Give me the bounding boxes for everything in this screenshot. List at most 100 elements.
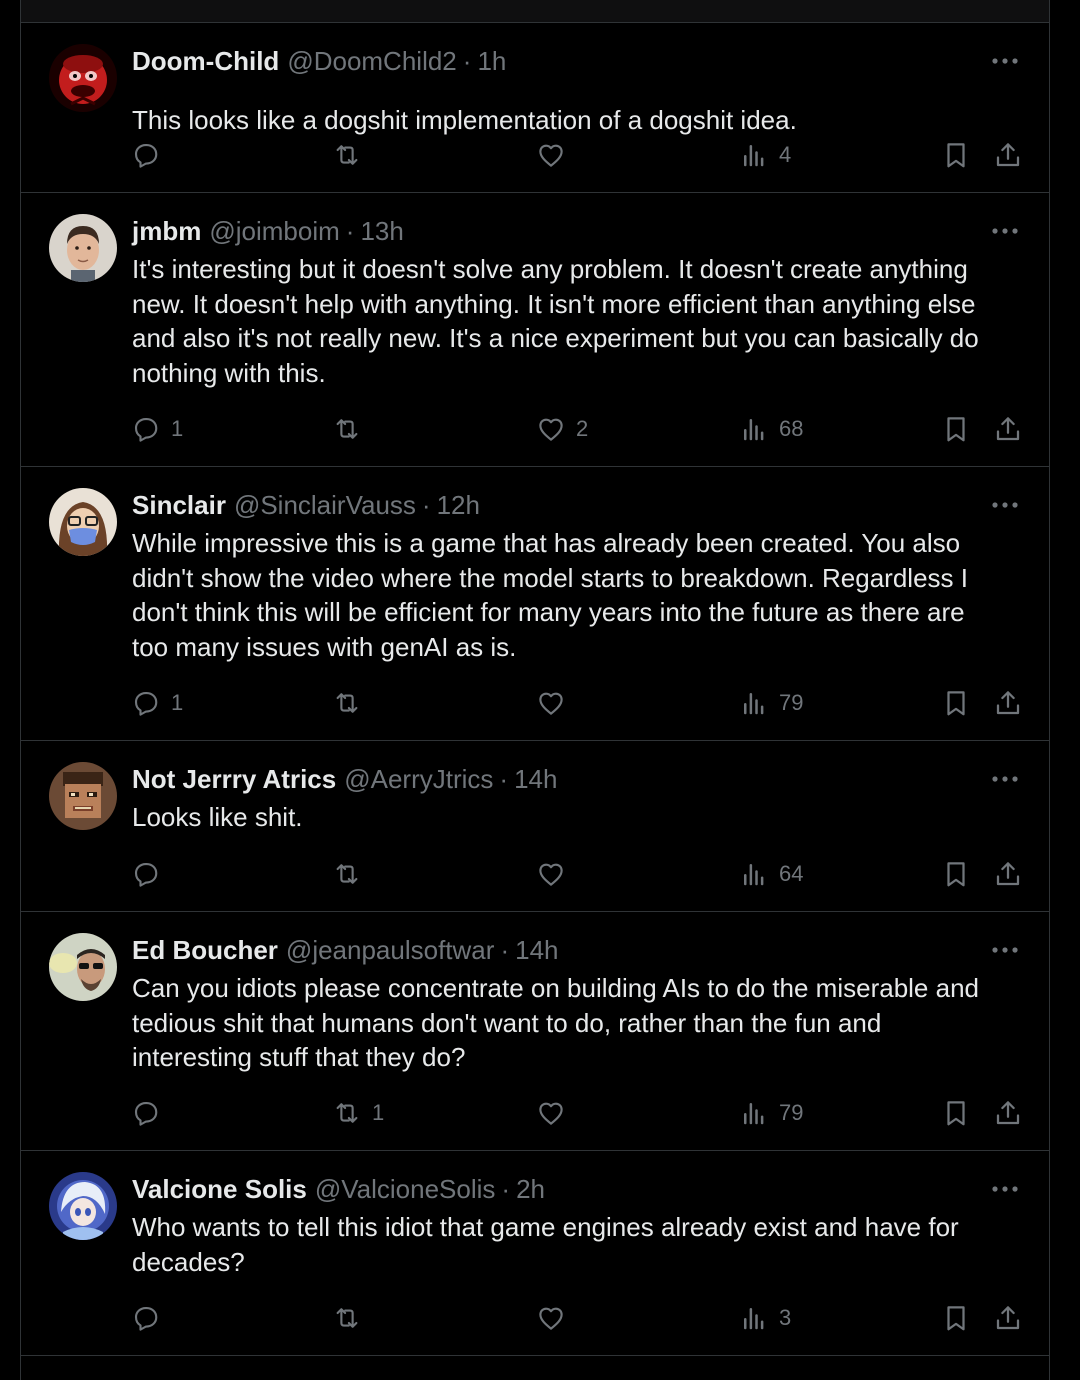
action-bar: 1 79 — [21, 1093, 1049, 1133]
avatar[interactable] — [49, 44, 117, 112]
retweet-button[interactable] — [332, 683, 372, 723]
timestamp[interactable]: 13h — [360, 216, 403, 247]
retweet-icon — [336, 864, 358, 884]
like-button[interactable] — [536, 1093, 576, 1133]
views-button[interactable]: 79 — [739, 1093, 803, 1133]
reply-button[interactable] — [131, 1093, 171, 1133]
more-options-button[interactable] — [989, 1173, 1021, 1205]
retweet-button[interactable] — [332, 409, 372, 449]
bookmark-button[interactable] — [941, 1093, 971, 1133]
author-name[interactable]: Sinclair — [132, 490, 226, 521]
author-handle[interactable]: @SinclairVauss — [234, 490, 416, 521]
bookmark-button[interactable] — [941, 409, 971, 449]
timestamp[interactable]: 12h — [437, 490, 480, 521]
more-dots-icon — [992, 1186, 1018, 1192]
man-photo-avatar — [49, 214, 117, 282]
retweet-icon — [336, 145, 358, 165]
reply-icon — [134, 143, 158, 168]
retweet-button[interactable] — [332, 1298, 372, 1338]
timestamp[interactable]: 14h — [515, 935, 558, 966]
author-name[interactable]: Ed Boucher — [132, 935, 278, 966]
tweet[interactable]: Valcione Solis @ValcioneSolis · 2h Who w… — [21, 1151, 1049, 1356]
timestamp[interactable]: 14h — [514, 764, 557, 795]
avatar[interactable] — [49, 762, 117, 830]
author-name[interactable]: Valcione Solis — [132, 1174, 307, 1205]
like-button[interactable] — [536, 1298, 576, 1338]
view-count: 4 — [779, 142, 792, 167]
reply-button[interactable]: 1 — [131, 409, 183, 449]
more-options-button[interactable] — [989, 489, 1021, 521]
author-name[interactable]: Doom-Child — [132, 46, 279, 77]
avatar[interactable] — [49, 1172, 117, 1240]
tweet-text-line: Who wants to tell this idiot that game e… — [132, 1212, 959, 1242]
author-handle[interactable]: @jeanpaulsoftwar — [286, 935, 495, 966]
action-bar: 1 79 — [21, 683, 1049, 723]
reply-button[interactable]: 1 — [131, 683, 183, 723]
bookmark-button[interactable] — [941, 135, 971, 175]
retweet-button[interactable] — [332, 854, 372, 894]
views-button[interactable]: 4 — [739, 135, 791, 175]
avatar[interactable] — [49, 933, 117, 1001]
reply-timeline: Doom-Child @DoomChild2 · 1h This looks l… — [20, 0, 1050, 1380]
share-icon — [996, 1306, 1020, 1330]
views-button[interactable]: 79 — [739, 683, 803, 723]
more-dots-icon — [992, 776, 1018, 782]
action-bar: 64 — [21, 854, 1049, 894]
tweet[interactable]: Ed Boucher @jeanpaulsoftwar · 14h Can yo… — [21, 912, 1049, 1151]
like-button[interactable] — [536, 135, 576, 175]
retweet-icon — [336, 693, 358, 713]
like-button[interactable]: 2 — [536, 409, 588, 449]
share-button[interactable] — [993, 1298, 1023, 1338]
view-count: 79 — [779, 1100, 804, 1125]
like-button[interactable] — [536, 854, 576, 894]
reply-button[interactable] — [131, 135, 171, 175]
tweet[interactable]: Not Jerrry Atrics @AerryJtrics · 14h Loo… — [21, 741, 1049, 912]
timestamp[interactable]: 1h — [477, 46, 506, 77]
timestamp[interactable]: 2h — [516, 1174, 545, 1205]
tweet[interactable]: Doom-Child @DoomChild2 · 1h This looks l… — [21, 23, 1049, 193]
retweet-icon — [336, 1308, 358, 1328]
author-name[interactable]: Not Jerrry Atrics — [132, 764, 336, 795]
bookmark-button[interactable] — [941, 854, 971, 894]
views-button[interactable]: 3 — [739, 1298, 791, 1338]
avatar[interactable] — [49, 488, 117, 556]
reply-icon — [134, 862, 158, 887]
share-button[interactable] — [993, 409, 1023, 449]
author-handle[interactable]: @AerryJtrics — [344, 764, 493, 795]
more-options-button[interactable] — [989, 215, 1021, 247]
action-bar: 4 — [21, 135, 1049, 175]
more-dots-icon — [992, 947, 1018, 953]
share-button[interactable] — [993, 854, 1023, 894]
like-button[interactable] — [536, 683, 576, 723]
tweet[interactable]: jmbm @joimboim · 13h It's interesting bu… — [21, 193, 1049, 467]
bookmark-icon — [947, 143, 965, 168]
more-options-button[interactable] — [989, 934, 1021, 966]
bookmark-button[interactable] — [941, 1298, 971, 1338]
views-button[interactable]: 68 — [739, 409, 803, 449]
author-handle[interactable]: @ValcioneSolis — [315, 1174, 496, 1205]
tweet-text-line: interesting stuff that they do? — [132, 1042, 466, 1072]
bookmark-button[interactable] — [941, 683, 971, 723]
like-count: 2 — [576, 416, 589, 441]
share-button[interactable] — [993, 683, 1023, 723]
more-options-button[interactable] — [989, 45, 1021, 77]
author-name[interactable]: jmbm — [132, 216, 201, 247]
share-button[interactable] — [993, 135, 1023, 175]
retweet-button[interactable] — [332, 135, 372, 175]
author-handle[interactable]: @joimboim — [209, 216, 339, 247]
views-button[interactable]: 64 — [739, 854, 803, 894]
more-options-button[interactable] — [989, 763, 1021, 795]
tweet-text-line: decades? — [132, 1246, 245, 1277]
reply-button[interactable] — [131, 1298, 171, 1338]
avatar[interactable] — [49, 214, 117, 282]
share-button[interactable] — [993, 1093, 1023, 1133]
heart-icon — [539, 1307, 563, 1330]
reply-button[interactable] — [131, 854, 171, 894]
author-handle[interactable]: @DoomChild2 — [287, 46, 456, 77]
tweet[interactable]: Sinclair @SinclairVauss · 12h While impr… — [21, 467, 1049, 741]
views-chart-icon — [744, 1103, 764, 1125]
heart-icon — [539, 1102, 563, 1125]
views-chart-icon — [744, 145, 764, 167]
reply-count: 1 — [171, 690, 184, 715]
retweet-button[interactable]: 1 — [332, 1093, 384, 1133]
